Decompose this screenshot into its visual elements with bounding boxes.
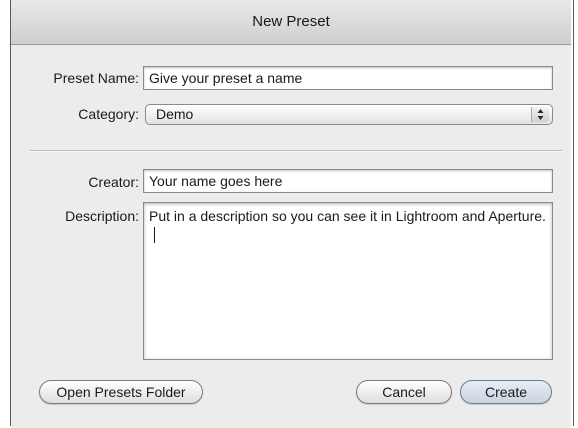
creator-label: Creator: [88, 174, 139, 190]
description-text: Put in a description so you can see it i… [149, 208, 546, 224]
preset-name-label: Preset Name: [53, 70, 139, 86]
category-select-value: Demo [156, 106, 194, 122]
category-select[interactable]: Demo [145, 104, 553, 125]
section-divider [30, 150, 562, 152]
new-preset-dialog: New Preset Preset Name: Give your preset… [11, 0, 571, 428]
category-label: Category: [78, 106, 139, 122]
cancel-button[interactable]: Cancel [356, 380, 452, 404]
creator-field[interactable]: Your name goes here [143, 169, 553, 193]
dialog-title: New Preset [11, 0, 571, 45]
create-button[interactable]: Create [460, 380, 552, 404]
up-down-arrows-icon [531, 107, 549, 122]
preset-name-field[interactable]: Give your preset a name [143, 66, 553, 90]
text-cursor [154, 227, 155, 243]
description-label: Description: [65, 208, 139, 224]
description-textarea[interactable]: Put in a description so you can see it i… [143, 202, 553, 360]
open-presets-folder-button[interactable]: Open Presets Folder [39, 380, 203, 404]
